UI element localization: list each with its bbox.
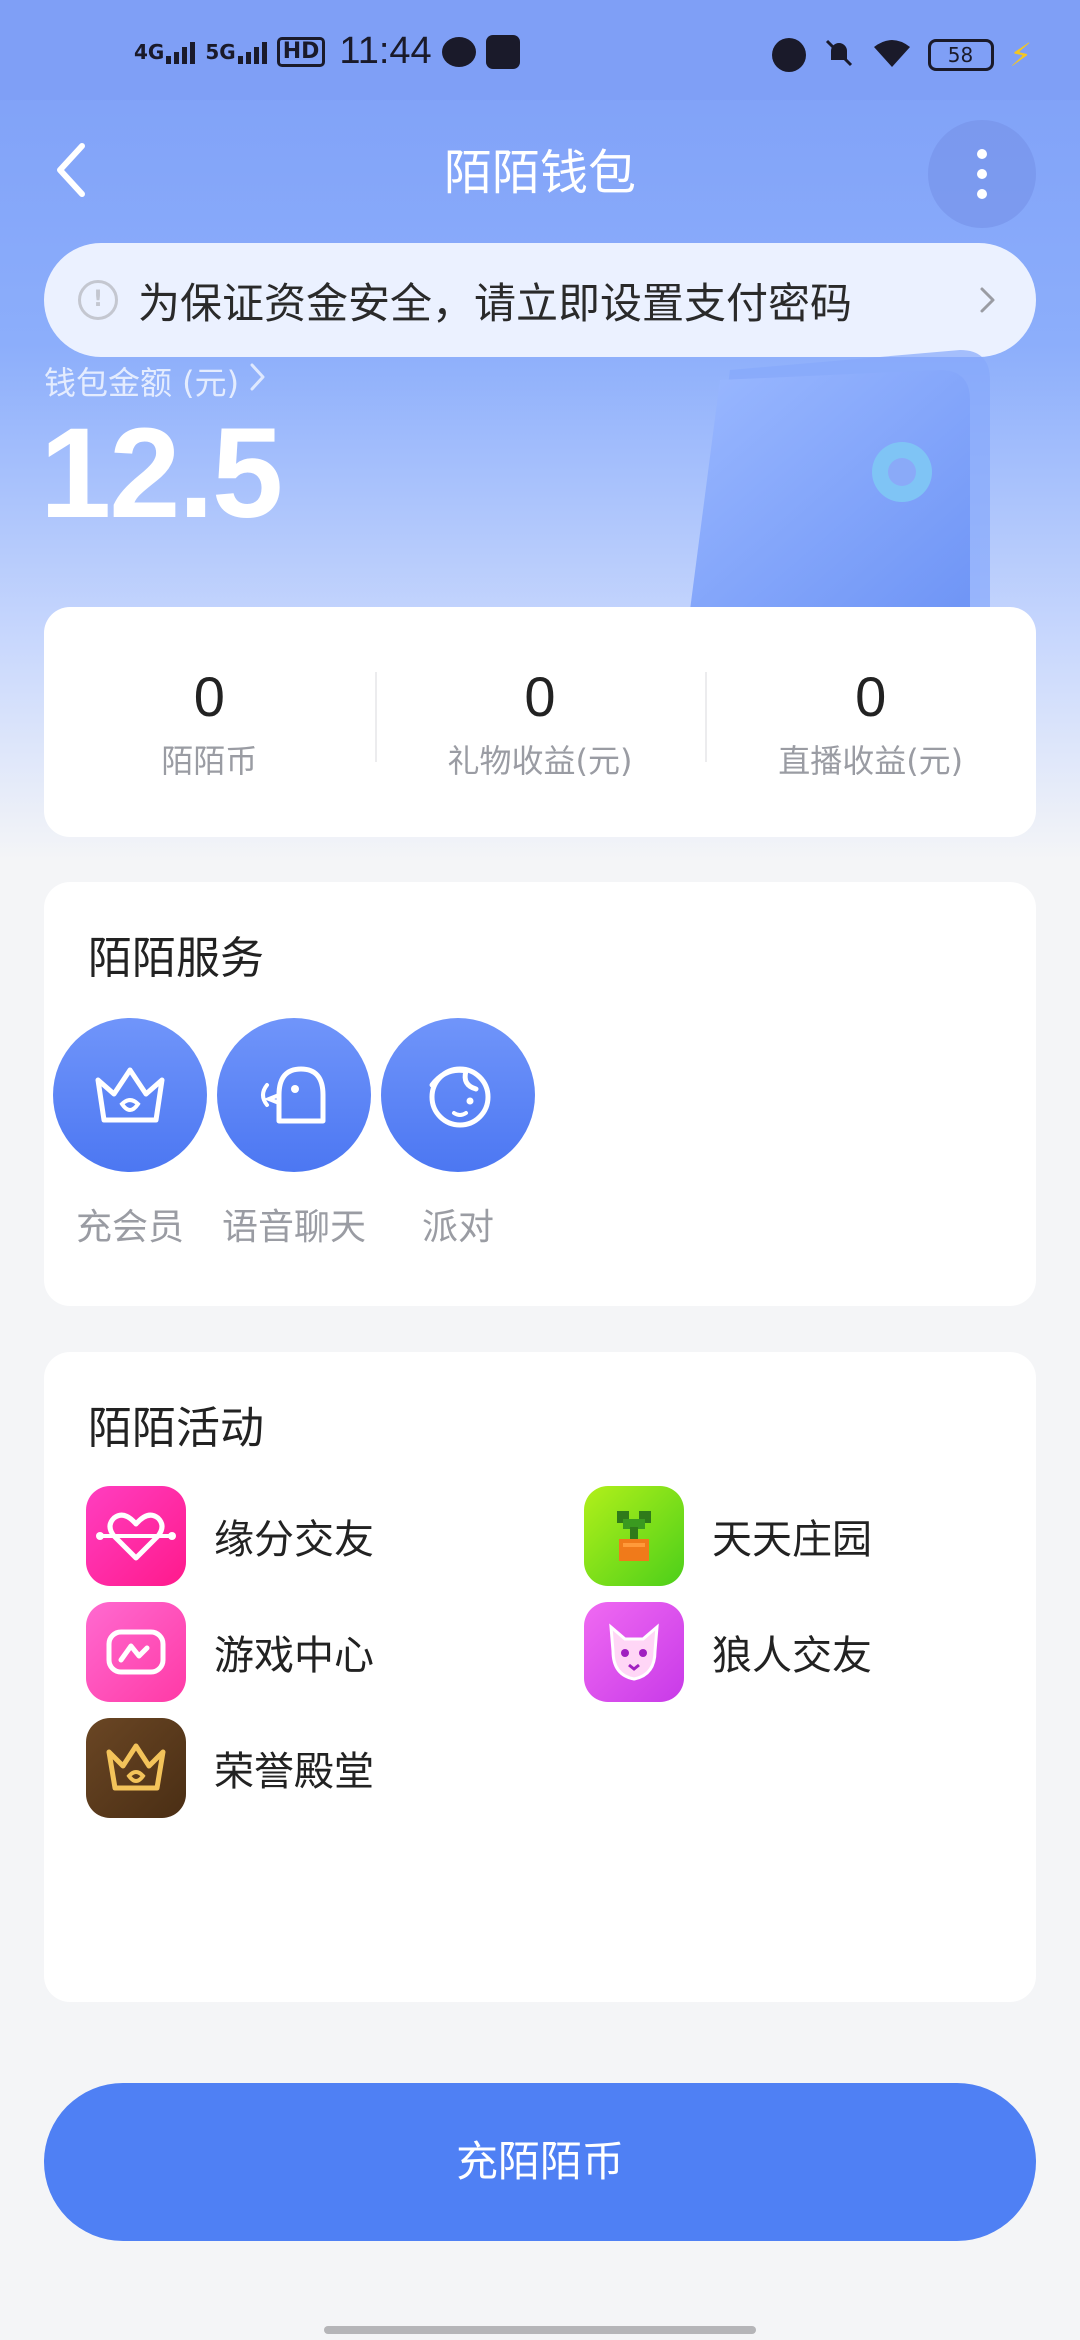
more-options-button[interactable] — [928, 120, 1036, 228]
payment-password-notice[interactable]: ! 为保证资金安全，请立即设置支付密码 — [44, 243, 1036, 357]
network-4g-label: 4G — [134, 39, 165, 64]
voice-chat-icon — [217, 1018, 371, 1172]
recharge-coins-button[interactable]: 充陌陌币 — [44, 2083, 1036, 2241]
chevron-right-icon — [976, 281, 1000, 319]
status-bar: 4G 5G HD 11:44 58 ⚡ — [0, 0, 1080, 100]
activity-werewolf[interactable]: 狼人交友 — [584, 1602, 872, 1702]
status-left: 4G 5G HD 11:44 — [134, 30, 520, 73]
battery-level: 58 — [947, 43, 974, 67]
chevron-right-icon — [247, 359, 269, 403]
stat-label: 直播收益(元) — [778, 742, 964, 780]
activity-farm[interactable]: 天天庄园 — [584, 1486, 872, 1586]
charging-icon: ⚡ — [1009, 36, 1032, 74]
stat-momo-coins[interactable]: 0 陌陌币 — [44, 662, 375, 782]
activities-title: 陌陌活动 — [88, 1403, 264, 1454]
wallet-balance-link[interactable]: 钱包金额 (元) — [44, 358, 269, 404]
stat-gift-earnings[interactable]: 0 礼物收益(元) — [374, 662, 706, 782]
status-time: 11:44 — [339, 30, 432, 72]
battery-icon: 58 — [927, 39, 994, 71]
stat-label: 礼物收益(元) — [447, 742, 633, 780]
activity-label: 游戏中心 — [214, 1633, 374, 1679]
earnings-summary-card: 0 陌陌币 0 礼物收益(元) 0 直播收益(元) — [44, 607, 1036, 837]
status-right: 58 ⚡ — [771, 36, 1032, 74]
signal-5g-icon: 5G — [205, 39, 267, 64]
service-party[interactable]: 派对 — [378, 1018, 538, 1250]
activities-card: 陌陌活动 缘分交友 天天庄园 游戏中心 狼人交友 荣誉殿堂 — [44, 1352, 1036, 2002]
services-title: 陌陌服务 — [88, 933, 264, 984]
party-icon — [381, 1018, 535, 1172]
activity-label: 缘分交友 — [214, 1517, 374, 1563]
stat-value: 0 — [524, 665, 556, 728]
wifi-icon — [872, 37, 912, 73]
activity-label: 荣誉殿堂 — [214, 1749, 374, 1795]
stat-label: 陌陌币 — [161, 742, 258, 780]
network-5g-label: 5G — [205, 39, 236, 64]
wallet-label: 钱包金额 (元) — [44, 364, 240, 402]
info-icon: ! — [78, 280, 118, 320]
service-voice-chat[interactable]: 语音聊天 — [214, 1018, 374, 1250]
game-icon — [86, 1602, 186, 1702]
mute-bell-icon — [822, 36, 856, 74]
notice-text: 为保证资金安全，请立即设置支付密码 — [138, 278, 853, 328]
service-vip[interactable]: 充会员 — [50, 1018, 210, 1250]
activity-dating[interactable]: 缘分交友 — [86, 1486, 374, 1586]
service-label: 充会员 — [75, 1207, 184, 1248]
wallet-amount: 12.5 — [40, 402, 283, 545]
heart-icon — [86, 1486, 186, 1586]
stat-value: 0 — [193, 665, 225, 728]
sprout-icon — [584, 1486, 684, 1586]
service-label: 语音聊天 — [221, 1207, 366, 1248]
activity-label: 天天庄园 — [712, 1517, 872, 1563]
crown-gold-icon — [86, 1718, 186, 1818]
services-card: 陌陌服务 充会员 语音聊天 派对 — [44, 882, 1036, 1306]
stat-value: 0 — [855, 665, 887, 728]
activity-hall-of-fame[interactable]: 荣誉殿堂 — [86, 1718, 374, 1818]
home-indicator[interactable] — [324, 2326, 756, 2334]
activity-label: 狼人交友 — [712, 1633, 872, 1679]
activity-game-center[interactable]: 游戏中心 — [86, 1602, 374, 1702]
service-label: 派对 — [421, 1207, 494, 1248]
crown-icon — [53, 1018, 207, 1172]
message-icon — [441, 36, 476, 67]
alarm-icon — [771, 38, 806, 72]
stat-live-earnings[interactable]: 0 直播收益(元) — [705, 662, 1036, 782]
hd-voice-icon: HD — [276, 36, 326, 67]
shopping-bag-icon — [485, 34, 520, 69]
signal-4g-icon: 4G — [134, 39, 196, 64]
wolf-icon — [584, 1602, 684, 1702]
page-title: 陌陌钱包 — [443, 145, 636, 201]
wallet-illustration-icon — [690, 350, 1010, 610]
